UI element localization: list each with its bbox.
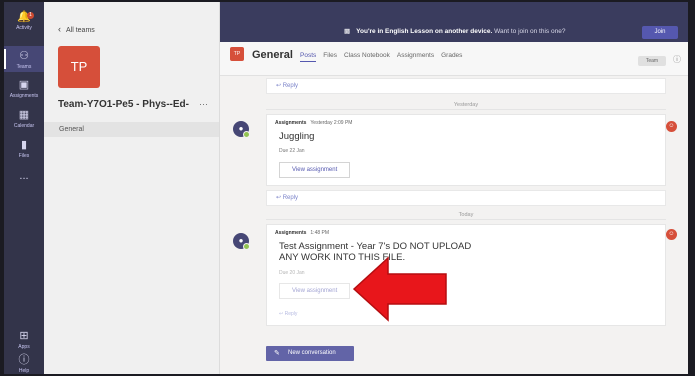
new-conversation-button[interactable]: ✎ New conversation [266, 346, 354, 361]
tab-class-notebook[interactable]: Class Notebook [344, 52, 390, 62]
new-conversation-label: New conversation [288, 350, 336, 356]
team-pill[interactable]: Team [638, 56, 666, 66]
rail-apps[interactable]: ⊞ Apps [4, 328, 44, 350]
rail-more[interactable]: ... [4, 170, 44, 182]
post-time: Yesterday 2:09 PM [310, 120, 353, 126]
view-assignment-button[interactable]: View assignment [279, 162, 351, 178]
view-assignment-button[interactable]: View assignment [279, 283, 351, 299]
day-separator: Today [266, 210, 666, 220]
assignments-bot-avatar: ● [233, 121, 250, 138]
team-avatar: TP [58, 46, 100, 88]
post-meta: Assignments Yesterday 2:09 PM [275, 120, 352, 126]
rail-assignments[interactable]: ▣ Assignments [4, 76, 44, 100]
all-teams-label: All teams [66, 27, 95, 34]
device-icon: ▩ [344, 28, 351, 35]
channel-title: General [252, 49, 293, 61]
more-icon: ... [19, 170, 29, 182]
calendar-icon: ▦ [18, 109, 30, 121]
channel-header: TP General Posts Files Class Notebook As… [220, 42, 688, 76]
teams-icon: ⚇ [19, 50, 29, 62]
rail-label: Files [18, 153, 30, 159]
rail-label: Assignments [9, 93, 39, 99]
reply-button[interactable]: ↩ Reply [266, 190, 666, 206]
info-icon[interactable]: ⓘ [673, 54, 681, 65]
banner-bold: You're in English Lesson on another devi… [356, 28, 493, 35]
rail-activity[interactable]: 🔔 1 Activity [4, 8, 44, 36]
rail-label: Apps [18, 344, 30, 350]
banner-rest: Want to join on this one? [494, 28, 566, 35]
assignment-post: ● Assignments Yesterday 2:09 PM Juggling … [233, 114, 677, 186]
team-sidebar: ‹ All teams TP Team-Y7O1-Pe5 - Phys--Ed- … [44, 2, 220, 374]
tab-posts[interactable]: Posts [300, 52, 317, 62]
channel-avatar: TP [230, 47, 244, 61]
reply-label: Reply [282, 83, 299, 89]
team-name: Team-Y7O1-Pe5 - Phys--Ed- [58, 99, 189, 110]
reaction-icon[interactable]: ☺ [666, 229, 677, 240]
channel-general[interactable]: General [44, 122, 219, 137]
posts-feed: ↩ Reply Yesterday ● Assignments Yesterday… [220, 76, 688, 374]
reply-button[interactable]: ↩ Reply [266, 78, 666, 94]
rail-label: Help [18, 368, 30, 374]
post-time: 1:48 PM [310, 230, 330, 236]
app-rail: 🔔 1 Activity ⚇ Teams ▣ Assignments ▦ Cal… [4, 2, 44, 374]
post-due: Due 20 Jan [279, 270, 305, 276]
tab-grades[interactable]: Grades [441, 52, 462, 62]
assignment-post: ● Assignments 1:48 PM Test Assignment - Y… [233, 224, 677, 326]
rail-help[interactable]: ⓘ Help [4, 352, 44, 374]
post-meta: Assignments 1:48 PM [275, 230, 329, 236]
activity-badge: 1 [27, 12, 34, 19]
all-teams-link[interactable]: ‹ All teams [58, 24, 95, 34]
rail-teams[interactable]: ⚇ Teams [4, 46, 44, 72]
top-bar: ▩ You're in English Lesson on another dev… [220, 2, 688, 42]
apps-icon: ⊞ [19, 330, 29, 342]
files-icon: ▮ [20, 139, 28, 151]
tab-assignments[interactable]: Assignments [397, 52, 434, 62]
rail-files[interactable]: ▮ Files [4, 136, 44, 160]
join-button[interactable]: Join [642, 26, 678, 39]
post-author: Assignments [275, 120, 307, 126]
channel-tabs: Posts Files Class Notebook Assignments G… [300, 52, 462, 62]
other-device-banner: ▩ You're in English Lesson on another dev… [344, 27, 565, 35]
post-due: Due 22 Jan [279, 148, 305, 154]
day-separator: Yesterday [266, 100, 666, 110]
reply-label: Reply [282, 195, 299, 201]
reply-label: Reply [284, 311, 298, 317]
assignments-icon: ▣ [18, 79, 30, 91]
red-arrow-annotation [352, 256, 447, 322]
bell-icon: 🔔 [17, 11, 31, 23]
compose-icon: ✎ [274, 350, 280, 357]
tab-files[interactable]: Files [323, 52, 337, 62]
teams-window: 🔔 1 Activity ⚇ Teams ▣ Assignments ▦ Cal… [4, 2, 688, 374]
rail-label: Activity [16, 25, 32, 31]
help-icon: ⓘ [18, 354, 30, 366]
post-title: Juggling [279, 131, 315, 142]
rail-calendar[interactable]: ▦ Calendar [4, 106, 44, 130]
rail-label: Teams [16, 64, 32, 70]
chevron-left-icon: ‹ [58, 24, 61, 34]
team-more-options[interactable]: ··· [199, 99, 208, 109]
post-author: Assignments [275, 230, 307, 236]
rail-label: Calendar [13, 123, 35, 129]
assignments-bot-avatar: ● [233, 233, 250, 250]
reaction-icon[interactable]: ☺ [666, 121, 677, 132]
reply-link[interactable]: ↩ Reply [279, 311, 297, 317]
